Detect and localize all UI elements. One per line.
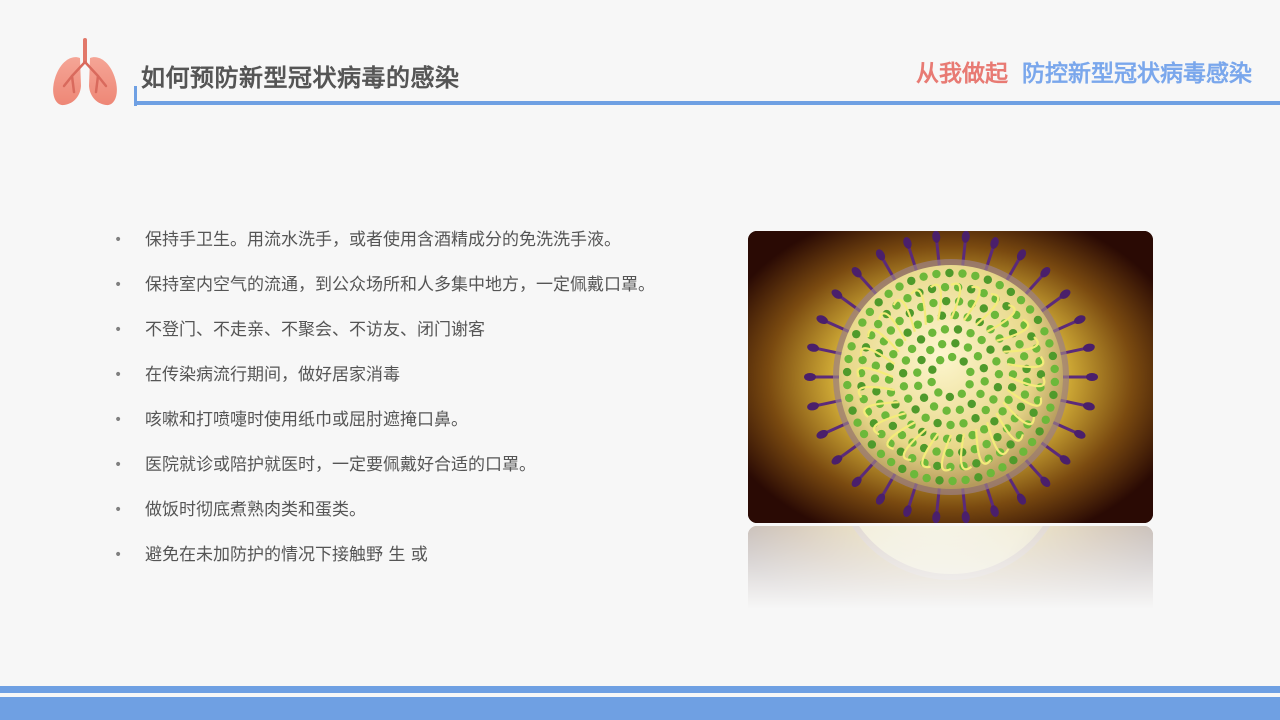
list-item: • 保持室内空气的流通，到公众场所和人多集中地方，一定佩戴口罩。 [114, 268, 655, 313]
list-item-text: 不登门、不走亲、不聚会、不访友、闭门谢客 [145, 320, 485, 340]
footer-stripe [0, 697, 1280, 720]
bullet-marker: • [114, 277, 123, 293]
footer-stripe-thin [0, 686, 1280, 693]
list-item: • 避免在未加防护的情况下接触野 生 或 [114, 538, 655, 583]
list-item-text: 在传染病流行期间，做好居家消毒 [145, 365, 400, 385]
list-item: • 做饭时彻底煮熟肉类和蛋类。 [114, 493, 655, 538]
list-item: • 在传染病流行期间，做好居家消毒 [114, 358, 655, 403]
slogan-part1: 从我做起 [916, 61, 1008, 87]
list-item-text: 保持室内空气的流通，到公众场所和人多集中地方，一定佩戴口罩。 [145, 275, 655, 295]
bullet-marker: • [114, 322, 123, 338]
list-item-text: 保持手卫生。用流水洗手，或者使用含酒精成分的免洗洗手液。 [145, 230, 621, 250]
list-item: • 保持手卫生。用流水洗手，或者使用含酒精成分的免洗洗手液。 [114, 223, 655, 268]
bullet-marker: • [114, 457, 123, 473]
list-item-text: 做饭时彻底煮熟肉类和蛋类。 [145, 500, 366, 520]
lung-icon [50, 36, 120, 108]
list-item: • 医院就诊或陪护就医时，一定要佩戴好合适的口罩。 [114, 448, 655, 493]
coronavirus-image-reflection [748, 526, 1153, 608]
list-item-text: 医院就诊或陪护就医时，一定要佩戴好合适的口罩。 [145, 455, 536, 475]
slogan-part2: 防控新型冠状病毒感染 [1022, 61, 1252, 87]
bullet-marker: • [114, 232, 123, 248]
list-item-text: 咳嗽和打喷嚏时使用纸巾或屈肘遮掩口鼻。 [145, 410, 468, 430]
prevention-list: • 保持手卫生。用流水洗手，或者使用含酒精成分的免洗洗手液。 • 保持室内空气的流通… [114, 223, 655, 583]
bullet-marker: • [114, 367, 123, 383]
list-item: • 咳嗽和打喷嚏时使用纸巾或屈肘遮掩口鼻。 [114, 403, 655, 448]
slogan: 从我做起 防控新型冠状病毒感染 [916, 54, 1252, 88]
bullet-marker: • [114, 547, 123, 563]
page-title: 如何预防新型冠状病毒的感染 [141, 64, 460, 92]
coronavirus-image [748, 231, 1153, 523]
bullet-marker: • [114, 502, 123, 518]
header-divider [134, 101, 1280, 105]
list-item: • 不登门、不走亲、不聚会、不访友、闭门谢客 [114, 313, 655, 358]
bullet-marker: • [114, 412, 123, 428]
list-item-text: 避免在未加防护的情况下接触野 生 或 [145, 545, 428, 565]
